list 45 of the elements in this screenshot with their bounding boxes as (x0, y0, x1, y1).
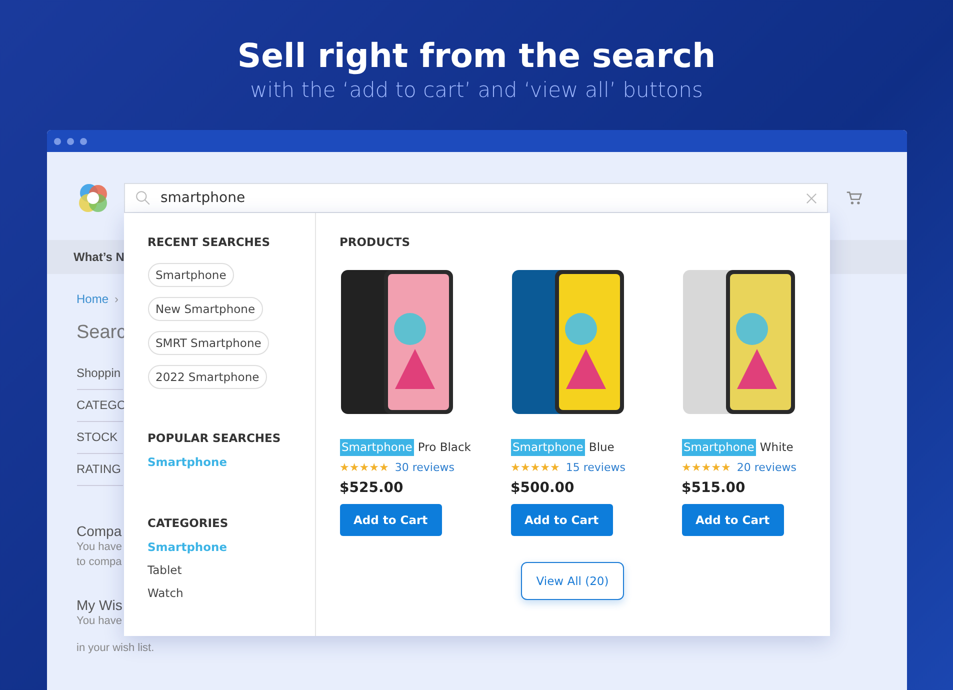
category-link[interactable]: Watch (148, 582, 314, 605)
block-text: You have (76, 540, 122, 555)
star-rating: ★★★★★ (510, 461, 560, 474)
category-link[interactable]: Tablet (148, 559, 314, 582)
block-title: Compa (76, 522, 122, 540)
section-heading: CATEGORIES (148, 516, 230, 530)
price: $515.00 (682, 480, 746, 496)
block-text: to compa (76, 555, 122, 570)
block-text: You have (76, 614, 122, 629)
chevron-icon: › (114, 292, 119, 306)
search-field[interactable]: smartphone (124, 183, 828, 213)
nav-item[interactable]: What’s N (74, 250, 124, 264)
star-rating: ★★★★★ (340, 461, 389, 474)
star-rating: ★★★★★ (682, 461, 731, 474)
recent-search-chip[interactable]: 2022 Smartphone (148, 365, 268, 389)
subheadline: with the ‘add to cart’ and ‘view all’ buttons (250, 78, 703, 102)
add-to-cart-button[interactable]: Add to Cart (340, 504, 442, 536)
block-title: My Wis (76, 596, 122, 614)
filter-heading[interactable]: Shoppin (76, 358, 122, 390)
page-title: Searc (76, 322, 122, 344)
recent-search-chip[interactable]: SMRT Smartphone (148, 331, 270, 355)
logo-icon[interactable] (76, 182, 108, 214)
window-dot[interactable] (80, 138, 86, 144)
add-to-cart-button[interactable]: Add to Cart (510, 504, 613, 536)
add-to-cart-button[interactable]: Add to Cart (682, 504, 784, 536)
recent-search-chip[interactable]: Smartphone (148, 263, 234, 287)
window-dot[interactable] (54, 138, 60, 144)
price: $525.00 (340, 480, 404, 496)
filter-heading[interactable]: STOCK (76, 422, 122, 454)
reviews-link[interactable]: 15 reviews (566, 461, 626, 474)
recent-search-chip[interactable]: New Smartphone (148, 297, 264, 321)
reviews-link[interactable]: 30 reviews (394, 461, 454, 474)
close-icon[interactable] (806, 192, 816, 204)
price: $500.00 (510, 480, 576, 496)
search-icon (134, 190, 150, 206)
block-text: in your wish list. (76, 641, 154, 656)
filter-heading[interactable]: RATING (76, 454, 122, 486)
section-heading: PRODUCTS (340, 235, 412, 249)
section-heading: RECENT SEARCHES (148, 235, 272, 249)
reviews-link[interactable]: 20 reviews (736, 461, 796, 474)
view-all-button[interactable]: View All (20) (521, 562, 624, 600)
section-heading: POPULAR SEARCHES (148, 431, 282, 445)
headline: Sell right from the search (237, 36, 716, 76)
cart-icon[interactable] (846, 190, 862, 206)
window-dot[interactable] (66, 138, 74, 144)
